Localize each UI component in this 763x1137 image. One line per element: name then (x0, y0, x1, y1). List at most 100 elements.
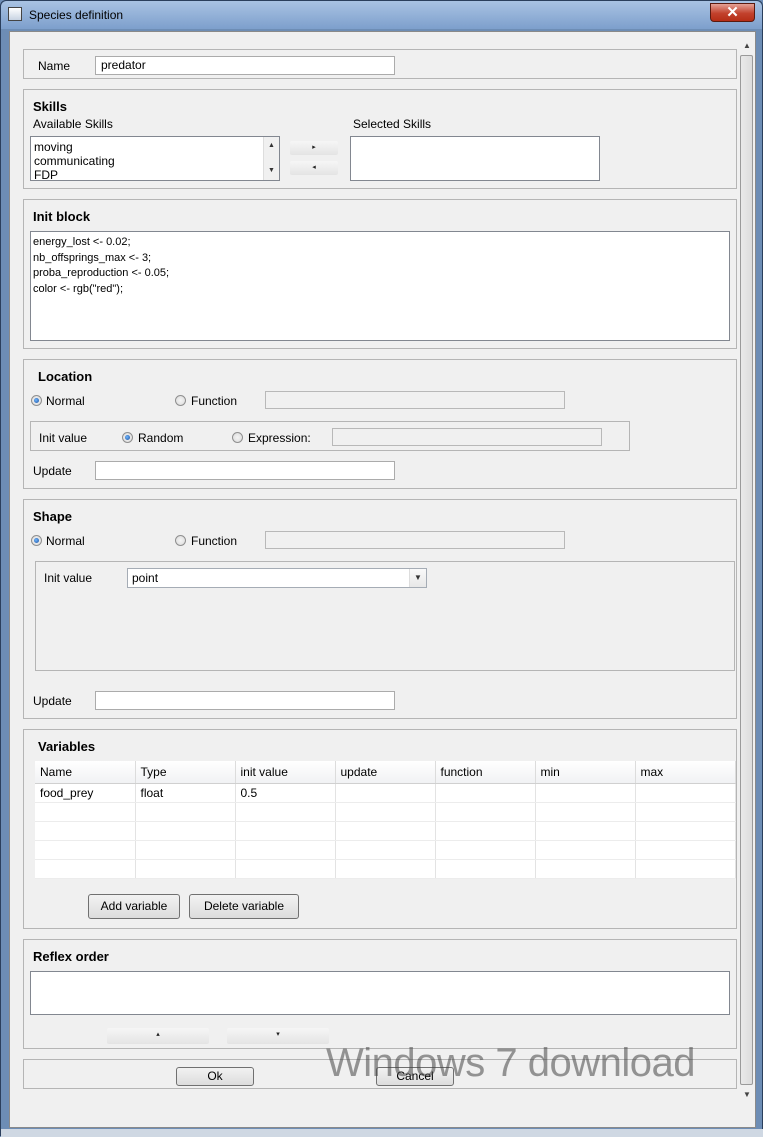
name-label: Name (38, 59, 71, 73)
reflex-order-list[interactable] (30, 971, 730, 1015)
variables-heading: Variables (38, 739, 96, 754)
move-down-button[interactable]: ▾ (227, 1028, 329, 1044)
window-title: Species definition (29, 8, 124, 22)
available-skills-list[interactable]: moving communicating FDP ▲ ▼ (30, 136, 280, 181)
table-cell[interactable] (635, 783, 736, 803)
ok-button[interactable]: Ok (176, 1067, 254, 1086)
location-update-field[interactable] (95, 461, 395, 480)
table-cell[interactable] (235, 821, 336, 841)
table-cell[interactable] (335, 802, 436, 822)
column-header[interactable]: Name (35, 761, 136, 784)
list-item[interactable]: FDP (31, 168, 279, 180)
table-cell[interactable] (235, 859, 336, 879)
table-cell[interactable] (535, 821, 636, 841)
code-line: energy_lost <- 0.02; (33, 236, 131, 248)
table-cell[interactable] (635, 821, 736, 841)
table-cell[interactable] (435, 802, 536, 822)
location-expression-field[interactable] (332, 428, 602, 446)
shape-init-value-select[interactable]: point ▼ (127, 568, 427, 588)
add-skill-button[interactable]: ▸ (290, 141, 338, 155)
selected-skills-list[interactable] (350, 136, 600, 181)
table-cell[interactable] (235, 840, 336, 860)
scrollbar-thumb[interactable] (740, 55, 753, 1085)
close-button[interactable]: ✕ (710, 3, 755, 22)
location-expression-label: Expression: (248, 431, 311, 445)
table-cell[interactable] (135, 821, 236, 841)
list-scrollbar[interactable]: ▲ ▼ (263, 137, 279, 180)
move-up-button[interactable]: ▴ (107, 1028, 209, 1044)
location-expression-radio[interactable] (232, 432, 243, 443)
list-item[interactable]: communicating (31, 154, 279, 168)
table-cell[interactable]: food_prey (35, 783, 136, 803)
table-cell[interactable] (335, 783, 436, 803)
table-cell[interactable] (435, 821, 536, 841)
scroll-up-icon[interactable]: ▲ (739, 37, 755, 54)
variables-table[interactable]: Name Type init value update function min… (35, 761, 736, 879)
table-row[interactable] (35, 840, 736, 860)
table-cell[interactable] (635, 802, 736, 822)
scroll-down-icon[interactable]: ▼ (268, 167, 275, 174)
table-row[interactable] (35, 821, 736, 841)
delete-variable-button[interactable]: Delete variable (189, 894, 299, 919)
skills-heading: Skills (33, 99, 67, 114)
table-cell[interactable] (635, 859, 736, 879)
code-line: color <- rgb("red"); (33, 282, 124, 295)
table-cell[interactable] (235, 802, 336, 822)
column-header[interactable]: update (335, 761, 436, 784)
table-cell[interactable] (435, 840, 536, 860)
table-cell[interactable] (535, 783, 636, 803)
scroll-down-icon[interactable]: ▼ (739, 1086, 755, 1103)
code-line: nb_offsprings_max <- 3; (33, 251, 152, 264)
table-cell[interactable] (535, 840, 636, 860)
shape-update-label: Update (33, 694, 72, 708)
shape-update-field[interactable] (95, 691, 395, 710)
table-cell[interactable] (435, 783, 536, 803)
table-cell[interactable] (535, 859, 636, 879)
table-cell[interactable] (335, 821, 436, 841)
table-cell[interactable] (135, 840, 236, 860)
table-row[interactable] (35, 859, 736, 879)
column-header[interactable]: function (435, 761, 536, 784)
column-header[interactable]: init value (235, 761, 336, 784)
vertical-scrollbar[interactable]: ▲ ▼ (739, 37, 755, 1103)
location-function-field[interactable] (265, 391, 565, 409)
shape-heading: Shape (33, 509, 73, 524)
table-cell[interactable] (35, 821, 136, 841)
table-cell[interactable] (635, 840, 736, 860)
shape-function-field[interactable] (265, 531, 565, 549)
table-cell[interactable]: float (135, 783, 236, 803)
table-cell[interactable] (35, 840, 136, 860)
table-cell[interactable]: 0.5 (235, 783, 336, 803)
list-item[interactable]: moving (31, 140, 279, 154)
table-cell[interactable] (435, 859, 536, 879)
selected-skills-label: Selected Skills (353, 117, 432, 131)
shape-normal-label: Normal (46, 534, 85, 548)
table-cell[interactable] (135, 859, 236, 879)
location-function-radio[interactable] (175, 395, 186, 406)
table-cell[interactable] (335, 859, 436, 879)
column-header[interactable]: Type (135, 761, 236, 784)
table-header-row: Name Type init value update function min… (35, 761, 736, 784)
scroll-up-icon[interactable]: ▲ (268, 142, 275, 149)
name-field[interactable]: predator (95, 56, 395, 75)
table-cell[interactable] (535, 802, 636, 822)
shape-normal-radio[interactable] (31, 535, 42, 546)
table-row[interactable] (35, 802, 736, 822)
table-row[interactable]: food_prey float 0.5 (35, 783, 736, 803)
init-block-editor[interactable]: energy_lost <- 0.02; nb_offsprings_max <… (30, 231, 730, 341)
column-header[interactable]: min (535, 761, 636, 784)
chevron-down-icon[interactable]: ▼ (409, 569, 426, 587)
title-bar[interactable]: Species definition ✕ (1, 1, 762, 29)
table-cell[interactable] (35, 859, 136, 879)
table-cell[interactable] (135, 802, 236, 822)
table-cell[interactable] (335, 840, 436, 860)
location-random-radio[interactable] (122, 432, 133, 443)
add-variable-button[interactable]: Add variable (88, 894, 180, 919)
shape-function-radio[interactable] (175, 535, 186, 546)
table-cell[interactable] (35, 802, 136, 822)
remove-skill-button[interactable]: ◂ (290, 161, 338, 175)
watermark: Windows 7 download (326, 1041, 696, 1085)
location-normal-radio[interactable] (31, 395, 42, 406)
column-header[interactable]: max (635, 761, 736, 784)
location-update-label: Update (33, 464, 72, 478)
